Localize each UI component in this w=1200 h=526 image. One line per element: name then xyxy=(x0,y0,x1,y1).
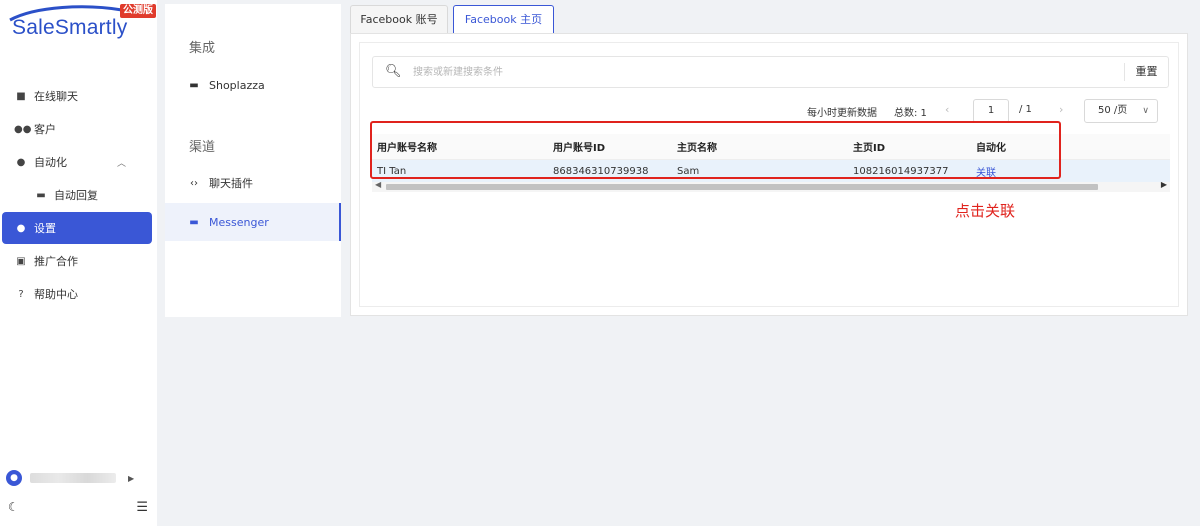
prev-page-icon[interactable]: ‹ xyxy=(945,103,949,116)
sidebar-item-customers[interactable]: ●● 客户 xyxy=(2,113,152,145)
sidebar-item-label: 在线聊天 xyxy=(34,90,78,103)
link-associate[interactable]: 关联 xyxy=(976,160,996,182)
chat-icon: ■ xyxy=(16,90,26,102)
sidebar-item-label: 自动回复 xyxy=(54,189,98,202)
pages-table: 用户账号名称 用户账号ID 主页名称 主页ID 自动化 TI Tan 86834… xyxy=(372,134,1170,192)
table-row: TI Tan 868346310739938 Sam 1082160149373… xyxy=(372,160,1170,182)
cell-page-name: Sam xyxy=(677,165,700,177)
page-input[interactable]: 1 xyxy=(973,99,1009,123)
chevron-right-icon: ▶ xyxy=(128,473,135,483)
auto-reply-icon: ▬ xyxy=(36,189,46,201)
subnav-item-label: 聊天插件 xyxy=(209,177,253,190)
update-note: 每小时更新数据 xyxy=(807,108,877,119)
cell-user-account-id: 868346310739938 xyxy=(553,165,649,177)
sidebar-item-live-chat[interactable]: ■ 在线聊天 xyxy=(2,80,152,112)
scroll-right-icon[interactable]: ▶ xyxy=(1161,180,1167,189)
settings-subnav: 集成 ▬ Shoplazza 渠道 ‹› 聊天插件 ▬ Messenger xyxy=(165,4,341,317)
page-size-select[interactable]: 50 /页 ∨ xyxy=(1084,99,1158,123)
annotation-text: 点击关联 xyxy=(955,202,1016,220)
col-user-account-id: 用户账号ID xyxy=(553,143,606,154)
horizontal-scrollbar[interactable]: ◀ ▶ xyxy=(372,180,1170,192)
content-panel: 🔍︎ 重置 每小时更新数据 总数: 1 ‹ 1 / 1 › 50 /页 ∨ 用户… xyxy=(350,33,1188,316)
sidebar-item-label: 帮助中心 xyxy=(34,288,78,301)
sidebar-nav: ■ 在线聊天 ●● 客户 ● 自动化 ︿ ▬ 自动回复 ● 设置 ▣ 推广合作 … xyxy=(0,80,157,311)
automation-icon: ● xyxy=(16,156,26,168)
customers-icon: ●● xyxy=(14,123,32,135)
subnav-item-chat-plugin[interactable]: ‹› 聊天插件 xyxy=(165,164,341,202)
next-page-icon[interactable]: › xyxy=(1059,103,1063,116)
sidebar: SaleSmartly 公测版 ■ 在线聊天 ●● 客户 ● 自动化 ︿ ▬ 自… xyxy=(0,0,157,526)
sidebar-item-help[interactable]: ? 帮助中心 xyxy=(2,278,152,310)
total-pages: / 1 xyxy=(1019,104,1032,115)
scroll-left-icon[interactable]: ◀ xyxy=(375,180,381,189)
col-page-name: 主页名称 xyxy=(677,143,717,154)
messenger-icon: ▬ xyxy=(189,216,199,228)
sidebar-item-promotion[interactable]: ▣ 推广合作 xyxy=(2,245,152,277)
user-profile[interactable]: ● ▶ xyxy=(6,468,151,488)
sidebar-footer: ☾ ☰ xyxy=(8,500,148,516)
col-user-account-name: 用户账号名称 xyxy=(377,143,437,154)
sidebar-item-label: 设置 xyxy=(34,222,56,235)
col-page-id: 主页ID xyxy=(853,143,886,154)
reset-button[interactable]: 重置 xyxy=(1125,57,1168,87)
search-icon: 🔍︎ xyxy=(385,64,402,79)
sidebar-item-label: 推广合作 xyxy=(34,255,78,268)
subnav-item-shoplazza[interactable]: ▬ Shoplazza xyxy=(165,66,341,104)
col-automation: 自动化 xyxy=(976,143,1006,154)
subnav-item-messenger[interactable]: ▬ Messenger xyxy=(165,203,341,241)
dark-mode-icon[interactable]: ☾ xyxy=(8,500,19,514)
search-input[interactable] xyxy=(413,63,1113,81)
page-size-value: 50 /页 xyxy=(1098,105,1128,116)
chevron-up-icon: ︿ xyxy=(116,158,126,169)
sidebar-item-settings[interactable]: ● 设置 xyxy=(2,212,152,244)
logo[interactable]: SaleSmartly 公测版 xyxy=(6,4,156,44)
sidebar-item-label: 客户 xyxy=(34,123,56,136)
subnav-item-label: Messenger xyxy=(209,215,269,229)
settings-icon: ● xyxy=(16,222,26,234)
shop-icon: ▬ xyxy=(189,79,199,91)
chevron-down-icon: ∨ xyxy=(1142,106,1149,116)
section-title-integration: 集成 xyxy=(189,41,216,56)
logo-text: SaleSmartly xyxy=(12,16,128,39)
table-header: 用户账号名称 用户账号ID 主页名称 主页ID 自动化 xyxy=(372,134,1170,160)
help-icon: ? xyxy=(18,288,24,300)
search-bar: 🔍︎ 重置 xyxy=(372,56,1169,88)
tab-facebook-page[interactable]: Facebook 主页 xyxy=(453,5,554,34)
code-icon: ‹› xyxy=(190,177,198,189)
scrollbar-thumb[interactable] xyxy=(386,184,1098,190)
sidebar-item-label: 自动化 xyxy=(34,156,67,169)
blurred-username xyxy=(30,473,116,483)
sidebar-item-automation[interactable]: ● 自动化 ︿ xyxy=(2,146,152,178)
content-inner: 🔍︎ 重置 每小时更新数据 总数: 1 ‹ 1 / 1 › 50 /页 ∨ 用户… xyxy=(359,42,1179,307)
beta-badge: 公测版 xyxy=(120,4,156,18)
cell-page-id: 108216014937377 xyxy=(853,165,949,177)
subnav-item-label: Shoplazza xyxy=(209,78,265,92)
tab-facebook-account[interactable]: Facebook 账号 xyxy=(350,5,448,33)
pagination: 每小时更新数据 总数: 1 ‹ 1 / 1 › 50 /页 ∨ xyxy=(360,99,1170,123)
sidebar-item-auto-reply[interactable]: ▬ 自动回复 xyxy=(2,179,152,211)
collapse-menu-icon[interactable]: ☰ xyxy=(136,500,148,515)
cell-user-account-name: TI Tan xyxy=(377,165,407,177)
promotion-icon: ▣ xyxy=(16,255,26,267)
avatar: ● xyxy=(6,470,22,486)
total-count: 总数: 1 xyxy=(894,108,927,119)
section-title-channels: 渠道 xyxy=(189,140,216,155)
